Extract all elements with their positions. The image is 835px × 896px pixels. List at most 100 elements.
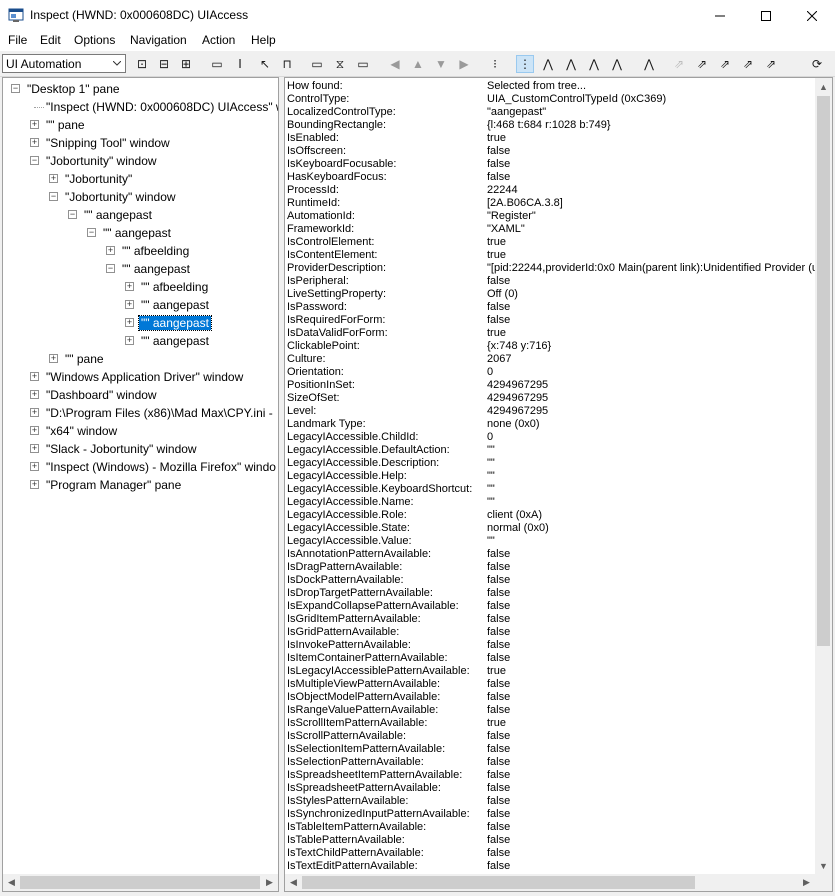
expand-icon[interactable]: +	[30, 444, 39, 453]
expand-icon[interactable]: +	[30, 426, 39, 435]
expand-icon[interactable]: +	[30, 408, 39, 417]
tree-horizontal-scrollbar[interactable]: ◀ ▶	[3, 874, 278, 891]
menu-file[interactable]: File	[8, 33, 27, 47]
expand-icon[interactable]: +	[125, 300, 134, 309]
tree-node[interactable]: + "" afbeelding	[3, 242, 278, 260]
action-2-icon[interactable]: ⇗	[716, 55, 734, 73]
scroll-right-icon[interactable]: ▶	[261, 874, 278, 891]
title-bar[interactable]: Inspect (HWND: 0x000608DC) UIAccess	[0, 0, 835, 31]
expand-icon[interactable]: +	[30, 480, 39, 489]
expand-icon[interactable]: +	[49, 354, 58, 363]
tree-node-label[interactable]: "" aangepast	[139, 298, 211, 312]
tree-node[interactable]: − "" aangepast	[3, 224, 278, 242]
tree-node-label[interactable]: "" pane	[44, 118, 87, 132]
scroll-left-icon[interactable]: ◀	[3, 874, 20, 891]
tree-node-label[interactable]: "" aangepast	[82, 208, 154, 222]
tree-node[interactable]: + "Slack - Jobortunity" window	[3, 440, 278, 458]
watch-tooltips-icon[interactable]: ▭	[208, 55, 226, 73]
tree-view-5-icon[interactable]: ⋀	[640, 55, 658, 73]
expand-icon[interactable]: +	[30, 372, 39, 381]
show-caret-icon[interactable]: ↖	[256, 55, 274, 73]
tree-node-label[interactable]: "" aangepast	[139, 334, 211, 348]
tree-node-label[interactable]: "Program Manager" pane	[44, 478, 183, 492]
tree-node-label[interactable]: "Windows Application Driver" window	[44, 370, 245, 384]
expand-icon[interactable]: +	[30, 462, 39, 471]
tree-node[interactable]: − "" aangepast	[3, 260, 278, 278]
tree-view-3-icon[interactable]: ⋀	[585, 55, 603, 73]
tree-node[interactable]: + "D:\Program Files (x86)\Mad Max\CPY.ini…	[3, 404, 278, 422]
navigate-next-sibling-icon[interactable]: ⁝	[486, 55, 504, 73]
tree-node-label[interactable]: "Inspect (HWND: 0x000608DC) UIAccess" w	[44, 100, 278, 114]
highlighting-rectangle-icon[interactable]: ⧖	[331, 55, 349, 73]
tree-node-label[interactable]: "Desktop 1" pane	[25, 82, 122, 96]
show-focus-rectangle-icon[interactable]: ⊓	[278, 55, 296, 73]
properties-horizontal-scrollbar[interactable]: ◀ ▶	[285, 874, 815, 891]
close-button[interactable]	[789, 0, 835, 31]
tree-node-label[interactable]: "Dashboard" window	[44, 388, 159, 402]
tree-node[interactable]: + "" aangepast	[3, 314, 278, 332]
action-1-icon[interactable]: ⇗	[693, 55, 711, 73]
watch-focus-icon[interactable]: ⊟	[155, 55, 173, 73]
tree-node-label[interactable]: "x64" window	[44, 424, 119, 438]
properties-vertical-scrollbar[interactable]: ▲ ▼	[815, 78, 832, 874]
scroll-thumb[interactable]	[302, 876, 695, 889]
tree-node-label[interactable]: "D:\Program Files (x86)\Mad Max\CPY.ini …	[44, 406, 275, 420]
tree-node-label[interactable]: "Jobortunity" window	[63, 190, 178, 204]
navigate-parent-icon[interactable]: ▼	[432, 55, 450, 73]
menu-help[interactable]: Help	[251, 33, 276, 47]
tree-node[interactable]: "Inspect (HWND: 0x000608DC) UIAccess" w	[3, 98, 278, 116]
expand-icon[interactable]: +	[125, 318, 134, 327]
show-tooltips-icon[interactable]: ◀	[386, 55, 404, 73]
expand-icon[interactable]: +	[125, 336, 134, 345]
expand-icon[interactable]: +	[30, 120, 39, 129]
collapse-icon[interactable]: −	[49, 192, 58, 201]
expand-icon[interactable]: +	[30, 390, 39, 399]
scroll-right-icon[interactable]: ▶	[798, 874, 815, 891]
tree-node[interactable]: + "" aangepast	[3, 296, 278, 314]
tree-node-label[interactable]: "" pane	[63, 352, 106, 366]
minimize-button[interactable]	[697, 0, 743, 31]
tree-node-label[interactable]: "" afbeelding	[139, 280, 210, 294]
tree-node[interactable]: + "Windows Application Driver" window	[3, 368, 278, 386]
expand-icon[interactable]: +	[49, 174, 58, 183]
tree-node[interactable]: + "Inspect (Windows) - Mozilla Firefox" w…	[3, 458, 278, 476]
watch-caret-icon[interactable]: ⊞	[177, 55, 195, 73]
show-tree-icon[interactable]: ⋮	[516, 55, 534, 73]
chevron-down-icon[interactable]	[109, 55, 125, 72]
tree-node-label[interactable]: "Inspect (Windows) - Mozilla Firefox" wi…	[44, 460, 278, 474]
mode-select[interactable]: UI Automation	[2, 54, 126, 73]
expand-icon[interactable]: +	[30, 138, 39, 147]
tree-view-disabled-icon[interactable]: ⇗	[670, 55, 688, 73]
menu-navigation[interactable]: Navigation	[130, 33, 187, 47]
find-element-icon[interactable]: ▭	[354, 55, 372, 73]
tree-node-label[interactable]: "" aangepast	[101, 226, 173, 240]
tree-node[interactable]: − "Jobortunity" window	[3, 152, 278, 170]
tree-node[interactable]: + "Jobortunity"	[3, 170, 278, 188]
tree-view-4-icon[interactable]: ⋀	[608, 55, 626, 73]
tree-node-label[interactable]: "Snipping Tool" window	[44, 136, 172, 150]
collapse-icon[interactable]: −	[30, 156, 39, 165]
navigate-back-icon[interactable]: ▲	[409, 55, 427, 73]
collapse-icon[interactable]: −	[68, 210, 77, 219]
scroll-down-icon[interactable]: ▼	[815, 857, 832, 874]
action-4-icon[interactable]: ⇗	[762, 55, 780, 73]
tree-node-label[interactable]: "Jobortunity" window	[44, 154, 159, 168]
element-tree[interactable]: − "Desktop 1" pane "Inspect (HWND: 0x00060…	[2, 77, 279, 892]
action-5-icon[interactable]: ⟳	[808, 55, 826, 73]
tree-node[interactable]: + "Program Manager" pane	[3, 476, 278, 494]
tree-node[interactable]: + "" pane	[3, 116, 278, 134]
collapse-icon[interactable]: −	[106, 264, 115, 273]
navigate-first-child-icon[interactable]: ▶	[455, 55, 473, 73]
tree-node[interactable]: + "Dashboard" window	[3, 386, 278, 404]
scroll-thumb[interactable]	[817, 96, 830, 646]
show-highlight-rectangle-icon[interactable]: Ⅰ	[231, 55, 249, 73]
collapse-icon[interactable]: −	[87, 228, 96, 237]
tree-node-label[interactable]: "" aangepast	[138, 315, 212, 331]
menu-options[interactable]: Options	[74, 33, 115, 47]
tree-node[interactable]: − "Desktop 1" pane	[3, 80, 278, 98]
tree-view-2-icon[interactable]: ⋀	[562, 55, 580, 73]
watch-cursor-icon[interactable]: ⊡	[133, 55, 151, 73]
tree-node[interactable]: + "Snipping Tool" window	[3, 134, 278, 152]
scroll-up-icon[interactable]: ▲	[815, 78, 832, 95]
scroll-thumb[interactable]	[20, 876, 260, 889]
